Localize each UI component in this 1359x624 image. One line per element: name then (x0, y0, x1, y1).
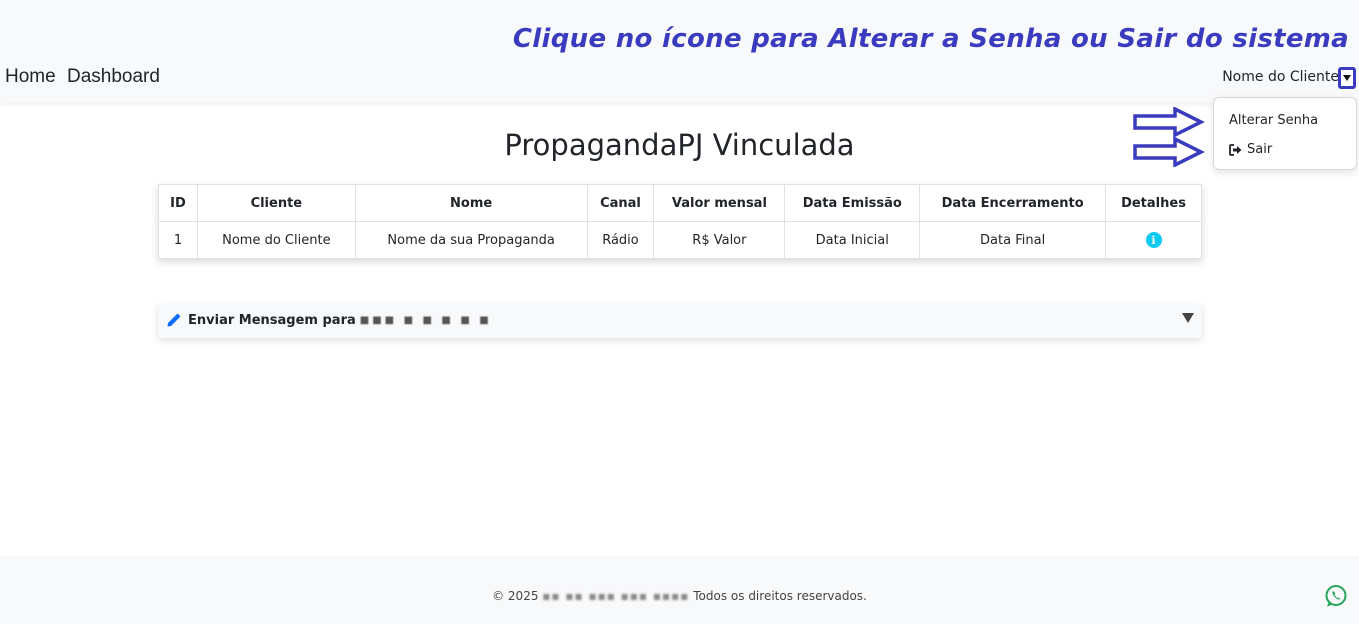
cell-cliente: Nome do Cliente (196, 221, 356, 259)
footer: © 2025 ▪▪ ▪▪ ▪▪▪ ▪▪▪ ▪▪▪▪ Todos os direi… (0, 556, 1359, 624)
footer-text: © 2025 ▪▪ ▪▪ ▪▪▪ ▪▪▪ ▪▪▪▪ Todos os direi… (0, 589, 1359, 603)
redacted-company: ▪▪ ▪▪ ▪▪▪ ▪▪▪ ▪▪▪▪ (542, 589, 690, 603)
column-header: Canal (586, 184, 655, 222)
user-name[interactable]: Nome do Cliente (1222, 69, 1339, 85)
column-header: Data Emissão (784, 184, 921, 222)
column-header: Cliente (196, 184, 356, 222)
caret-down-icon (1343, 75, 1351, 81)
cell-encerramento: Data Final (919, 221, 1107, 259)
instruction-annotation: Clique no ícone para Alterar a Senha ou … (512, 24, 1349, 54)
footer-rights: Todos os direitos reservados. (693, 589, 867, 603)
pencil-icon (167, 313, 181, 327)
column-header: Valor mensal (653, 184, 786, 222)
cell-id: 1 (158, 221, 198, 259)
cell-valor: R$ Valor (653, 221, 786, 259)
send-message-header: Enviar Mensagem para ■■■ ■ ■ ■ ■ ■ (166, 312, 492, 328)
info-icon[interactable]: i (1145, 232, 1162, 248)
propaganda-table: ID Cliente Nome Canal Valor mensal Data … (158, 184, 1202, 259)
nav-dashboard-link[interactable]: Dashboard (67, 66, 160, 88)
column-header: Detalhes (1105, 184, 1202, 222)
column-header: Data Encerramento (919, 184, 1107, 222)
user-menu-toggle[interactable] (1338, 67, 1356, 89)
table-header-row: ID Cliente Nome Canal Valor mensal Data … (158, 184, 1202, 222)
whatsapp-icon[interactable] (1324, 584, 1348, 608)
collapse-toggle-icon[interactable] (1182, 313, 1194, 323)
nav-home-link[interactable]: Home (5, 66, 56, 88)
top-navbar: Clique no ícone para Alterar a Senha ou … (0, 0, 1359, 103)
redacted-recipient: ■■■ ■ ■ ■ ■ ■ (359, 314, 492, 326)
send-message-panel[interactable]: Enviar Mensagem para ■■■ ■ ■ ■ ■ ■ (158, 303, 1202, 338)
send-message-label: Enviar Mensagem para (188, 312, 356, 328)
propaganda-table-card: ID Cliente Nome Canal Valor mensal Data … (158, 184, 1202, 259)
menu-item-alterar-senha[interactable]: Alterar Senha (1229, 113, 1318, 128)
page-title: PropagandaPJ Vinculada (504, 128, 855, 162)
cell-canal: Rádio (586, 221, 655, 259)
column-header: Nome (354, 184, 588, 222)
table-row: 1 Nome do Cliente Nome da sua Propaganda… (158, 221, 1202, 259)
menu-item-label: Alterar Senha (1229, 113, 1319, 128)
cell-nome: Nome da sua Propaganda (354, 221, 588, 259)
column-header: ID (158, 184, 198, 222)
cell-emissao: Data Inicial (784, 221, 921, 259)
cell-detalhes: i (1105, 221, 1202, 259)
footer-copyright: © 2025 (492, 589, 539, 603)
